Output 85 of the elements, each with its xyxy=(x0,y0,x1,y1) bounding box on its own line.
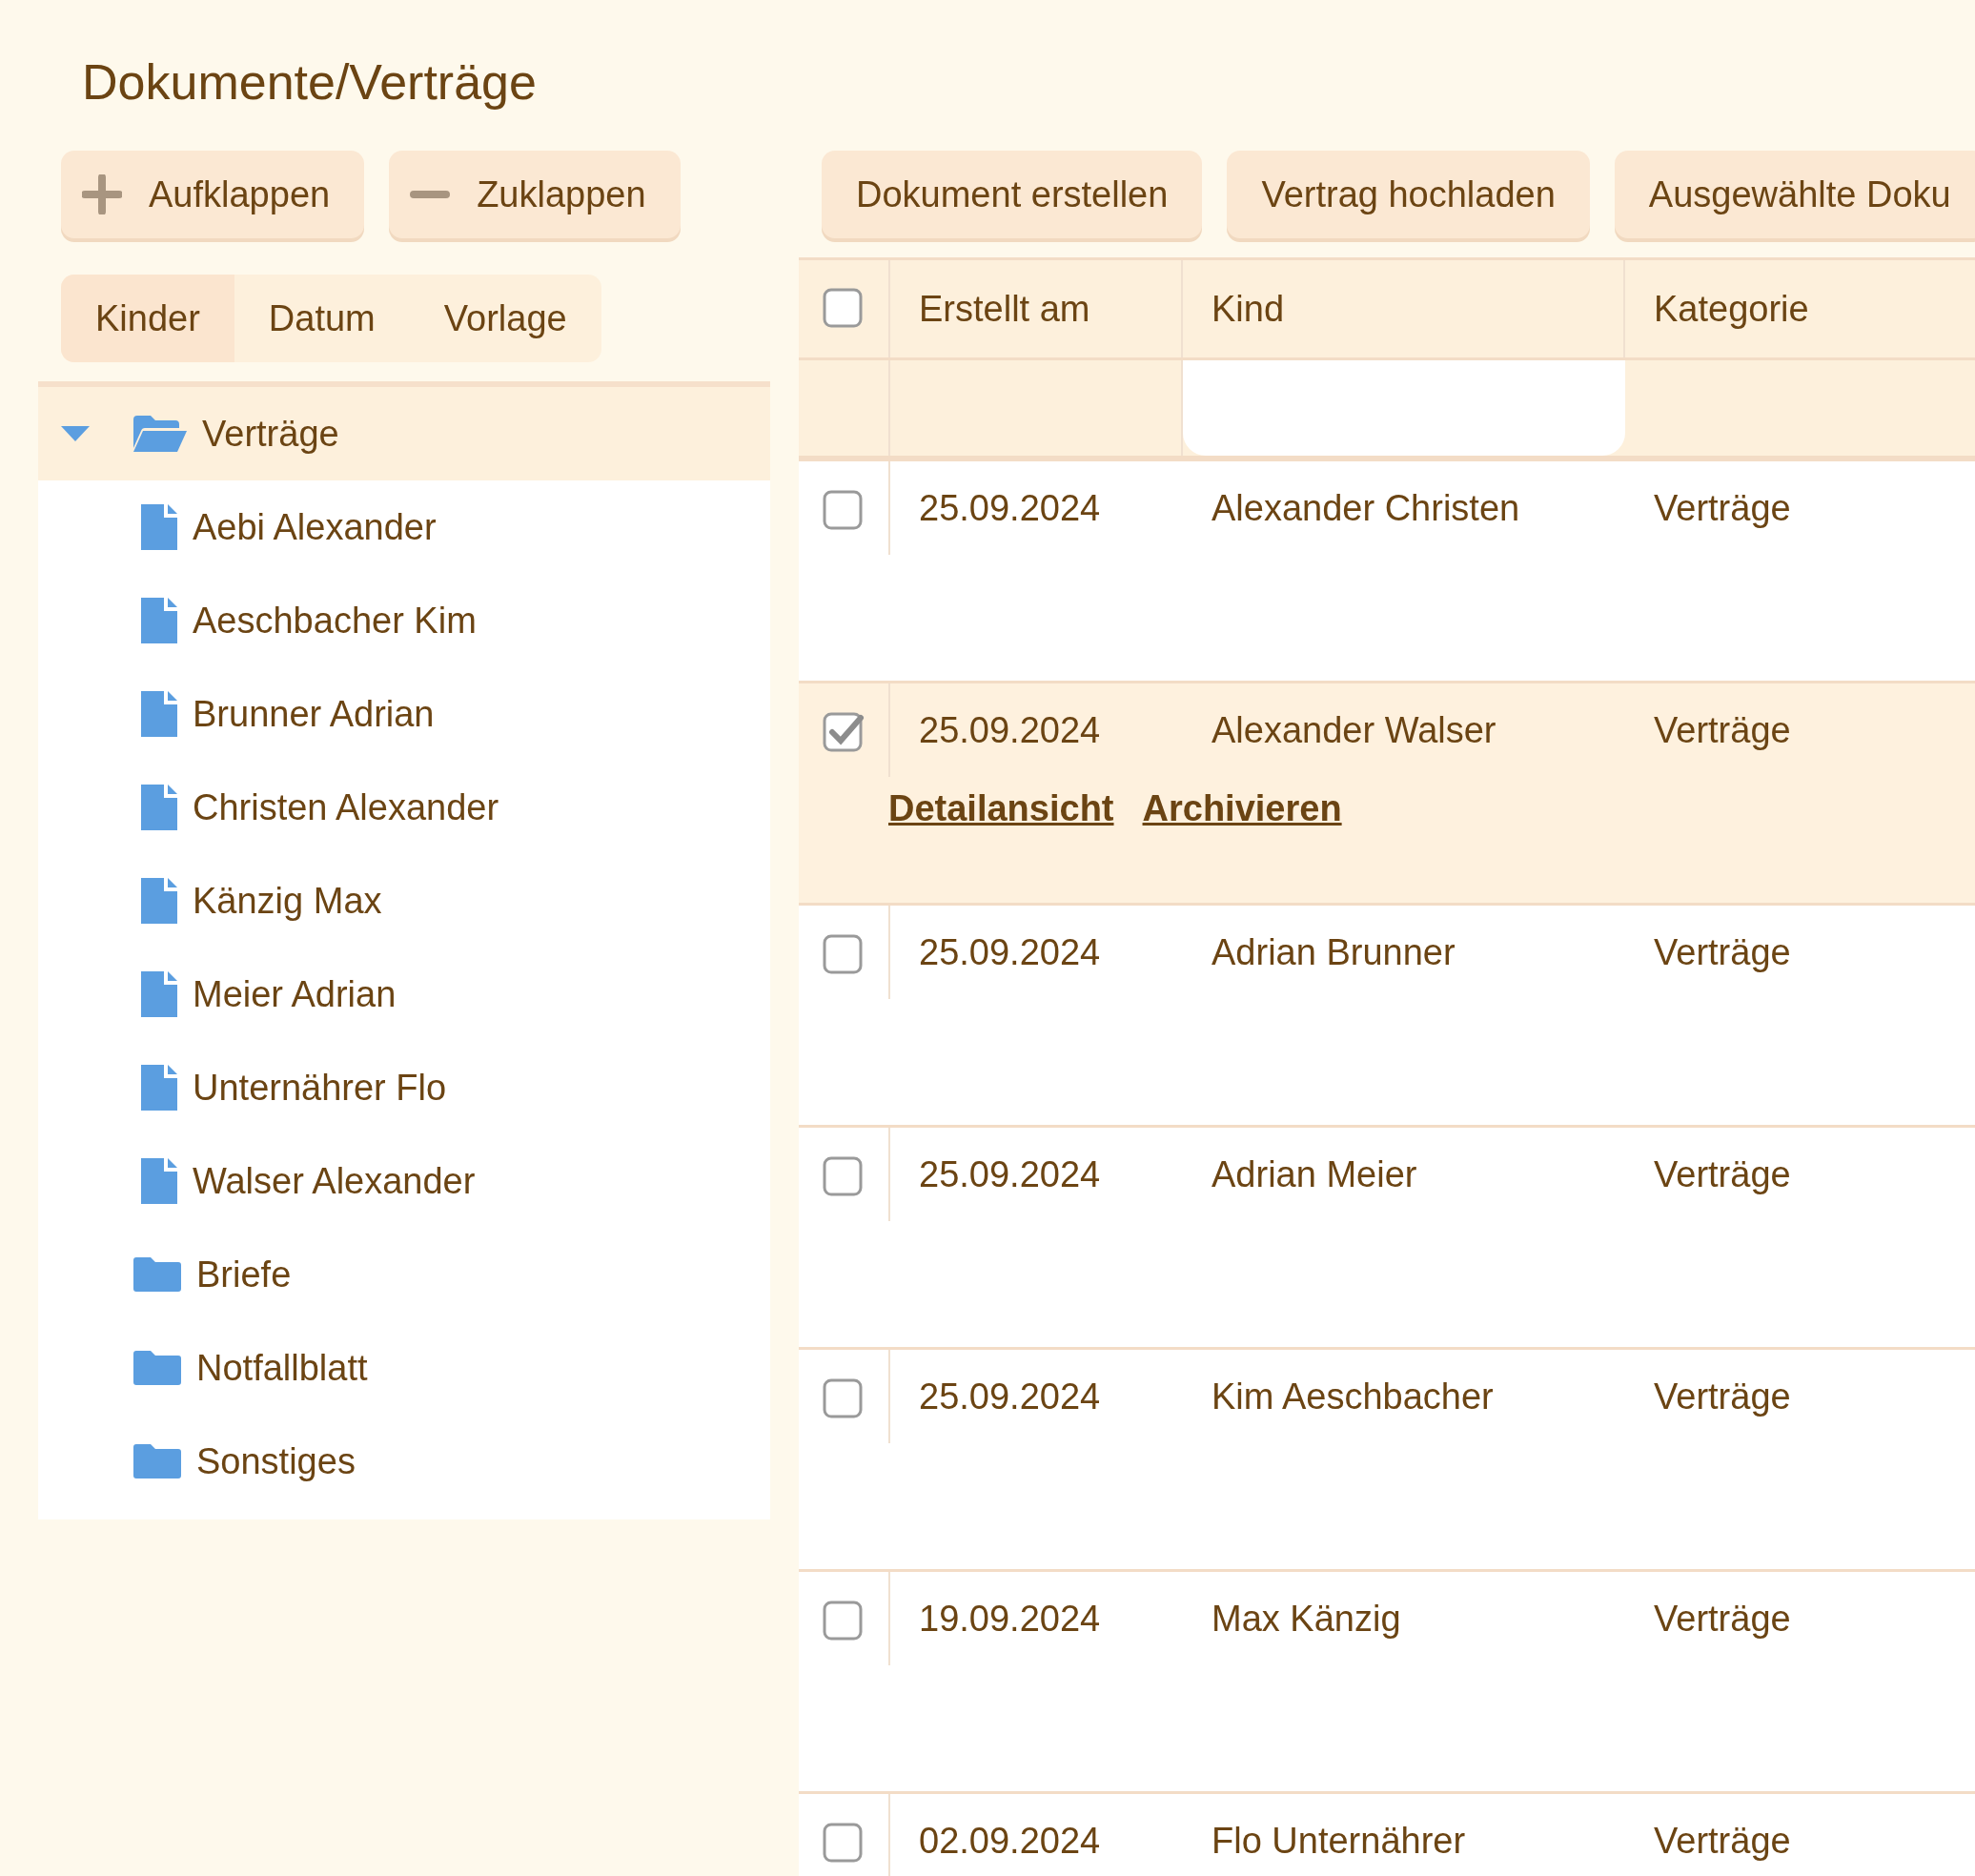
kind-filter-field[interactable] xyxy=(1183,360,1625,456)
tree-item-label: Notfallblatt xyxy=(196,1347,368,1389)
date-cell: 25.09.2024 xyxy=(919,709,1101,751)
tree-item-label: Aebi Alexander xyxy=(193,506,437,548)
page-title: Dokumente/Verträge xyxy=(82,53,538,111)
open-folder-icon xyxy=(133,416,187,452)
tree-item[interactable]: Känzig Max xyxy=(38,854,770,948)
checkbox[interactable] xyxy=(823,288,865,330)
category-cell: Verträge xyxy=(1654,931,1791,973)
date-cell: 02.09.2024 xyxy=(919,1820,1101,1862)
tree-item-label: Meier Adrian xyxy=(193,973,397,1015)
table-row[interactable]: 25.09.2024 Kim Aeschbacher Verträge xyxy=(799,1350,1975,1572)
date-cell: 19.09.2024 xyxy=(919,1598,1101,1640)
document-icon xyxy=(141,971,177,1017)
tree-item[interactable]: Meier Adrian xyxy=(38,948,770,1041)
tree-item[interactable]: Christen Alexander xyxy=(38,761,770,854)
document-icon xyxy=(141,1065,177,1111)
category-cell: Verträge xyxy=(1654,1376,1791,1417)
tree-item[interactable]: Unternährer Flo xyxy=(38,1041,770,1134)
table-row[interactable]: 19.09.2024 Max Känzig Verträge xyxy=(799,1572,1975,1794)
checked-checkbox[interactable] xyxy=(823,712,865,754)
category-cell: Verträge xyxy=(1654,1153,1791,1195)
tree-item-label: Unternährer Flo xyxy=(193,1067,447,1109)
tree-item[interactable]: Verträge xyxy=(38,387,770,480)
document-icon xyxy=(141,878,177,924)
tree-item-label: Brunner Adrian xyxy=(193,693,435,735)
tree-item[interactable]: Brunner Adrian xyxy=(38,667,770,761)
category-cell: Verträge xyxy=(1654,709,1791,751)
checkbox[interactable] xyxy=(823,1823,865,1865)
tree-item-label: Känzig Max xyxy=(193,880,382,922)
child-name-cell: Alexander Christen xyxy=(1211,487,1520,529)
tree-item-label: Christen Alexander xyxy=(193,786,499,828)
document-icon xyxy=(141,691,177,737)
child-name-cell: Max Känzig xyxy=(1211,1598,1401,1640)
caret-down-icon[interactable] xyxy=(61,426,90,441)
row-action-link[interactable]: Detailansicht xyxy=(888,788,1114,829)
tree-item-label: Walser Alexander xyxy=(193,1160,476,1202)
category-cell: Verträge xyxy=(1654,487,1791,529)
table-row[interactable]: 02.09.2024 Flo Unternährer Verträge xyxy=(799,1794,1975,1876)
tree-item-label: Briefe xyxy=(196,1254,292,1295)
document-icon xyxy=(141,785,177,830)
checkbox[interactable] xyxy=(823,1378,865,1420)
plus-icon xyxy=(82,174,122,214)
date-cell: 25.09.2024 xyxy=(919,1153,1101,1195)
sort-tab[interactable]: Datum xyxy=(234,275,410,362)
folder-icon xyxy=(133,1444,181,1478)
folder-icon xyxy=(133,1257,181,1292)
sort-tab[interactable]: Vorlage xyxy=(409,275,601,362)
column-header[interactable]: Kategorie xyxy=(1654,288,1809,330)
category-cell: Verträge xyxy=(1654,1598,1791,1640)
category-cell: Verträge xyxy=(1654,1820,1791,1862)
document-icon xyxy=(141,1158,177,1204)
table-row[interactable]: 25.09.2024 Alexander Walser Verträge Detailansicht Archivieren xyxy=(799,683,1975,906)
table-row[interactable]: 25.09.2024 Adrian Brunner Verträge xyxy=(799,906,1975,1128)
date-cell: 25.09.2024 xyxy=(919,931,1101,973)
checkbox[interactable] xyxy=(823,934,865,976)
row-action-link[interactable]: Archivieren xyxy=(1142,788,1342,829)
tree-item[interactable]: Notfallblatt xyxy=(38,1321,770,1415)
child-name-cell: Flo Unternährer xyxy=(1211,1820,1466,1862)
tree-item[interactable]: Aebi Alexander xyxy=(38,480,770,574)
tree-item[interactable]: Sonstiges xyxy=(38,1415,770,1508)
folder-icon xyxy=(133,1351,181,1385)
document-icon xyxy=(141,598,177,643)
document-icon xyxy=(141,504,177,550)
child-name-cell: Kim Aeschbacher xyxy=(1211,1376,1494,1417)
minus-icon xyxy=(410,191,451,198)
column-header[interactable]: Kind xyxy=(1211,288,1285,330)
child-name-cell: Adrian Brunner xyxy=(1211,931,1456,973)
date-cell: 25.09.2024 xyxy=(919,1376,1101,1417)
tree-item-label: Aeschbacher Kim xyxy=(193,600,477,642)
checkbox[interactable] xyxy=(823,490,865,532)
column-header[interactable]: Erstellt am xyxy=(919,288,1090,330)
tree-item-label: Sonstiges xyxy=(196,1440,356,1482)
checkbox[interactable] xyxy=(823,1156,865,1198)
date-cell: 25.09.2024 xyxy=(919,487,1101,529)
sort-tab[interactable]: Kinder xyxy=(61,275,234,362)
child-name-cell: Adrian Meier xyxy=(1211,1153,1417,1195)
tree-item-label: Verträge xyxy=(202,413,339,455)
checkbox[interactable] xyxy=(823,1601,865,1642)
tree-item[interactable]: Aeschbacher Kim xyxy=(38,574,770,667)
table-row[interactable]: 25.09.2024 Adrian Meier Verträge xyxy=(799,1128,1975,1350)
child-name-cell: Alexander Walser xyxy=(1211,709,1497,751)
table-row[interactable]: 25.09.2024 Alexander Christen Verträge xyxy=(799,461,1975,683)
tree-item[interactable]: Briefe xyxy=(38,1228,770,1321)
tree-item[interactable]: Walser Alexander xyxy=(38,1134,770,1228)
